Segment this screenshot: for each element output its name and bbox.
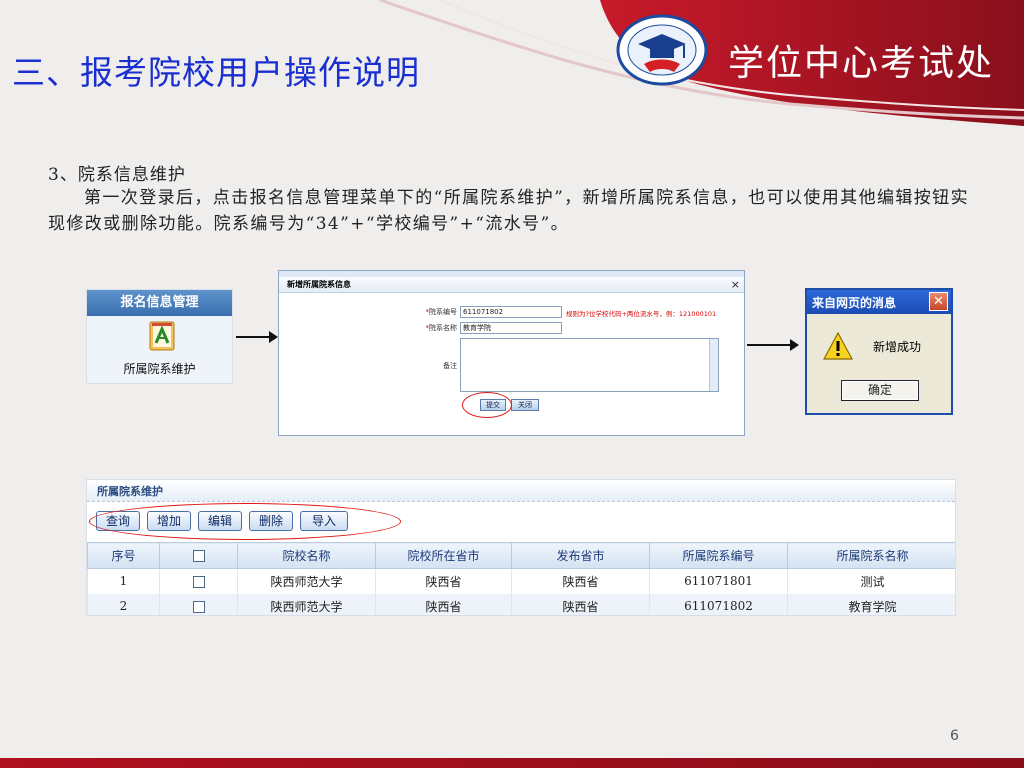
dept-code-hint: 规则为?位学校代码+两位流水号，例：121000101 (566, 310, 717, 318)
row-checkbox[interactable] (192, 600, 205, 613)
dept-name-label: *院系名称 (425, 324, 458, 332)
department-list-panel: 所属院系维护 查询 增加 编辑 删除 导入 序号 院校名称 院校所在省市 发布省… (86, 479, 956, 616)
document-edit-icon[interactable] (149, 321, 175, 351)
slide-title: 三、报考院校用户操作说明 (12, 53, 420, 92)
dialog-title: 新增所属院系信息 (287, 280, 351, 289)
dept-code-input[interactable]: 611071802 (460, 306, 562, 318)
cell-dept-name: 测试 (787, 568, 955, 594)
cell-index: 2 (87, 593, 160, 615)
remark-textarea[interactable] (460, 338, 719, 392)
cell-dept-code: 611071802 (649, 593, 788, 615)
cell-school-province: 陕西省 (375, 593, 512, 615)
cell-index: 1 (87, 568, 160, 594)
col-header-school[interactable]: 院校名称 (237, 542, 376, 569)
message-text: 新增成功 (873, 340, 922, 354)
list-title: 所属院系维护 (97, 485, 163, 498)
col-header-dept-name[interactable]: 所属院系名称 (787, 542, 955, 569)
table-row[interactable]: 1 陕西师范大学 陕西省 陕西省 611071801 测试 (87, 568, 955, 594)
message-title: 来自网页的消息 (812, 296, 897, 310)
cell-school: 陕西师范大学 (237, 593, 376, 615)
query-button[interactable]: 查询 (96, 511, 140, 531)
close-button[interactable]: 关闭 (511, 399, 539, 411)
dialog-body: *院系编号 611071802 规则为?位学校代码+两位流水号，例：121000… (279, 293, 744, 435)
instruction-paragraph: 第一次登录后，点击报名信息管理菜单下的“所属院系维护”，新增所属院系信息，也可以… (48, 188, 969, 234)
menu-item-dept-maintenance[interactable]: 所属院系维护 (87, 360, 232, 377)
arrow-to-message (747, 339, 799, 351)
cell-publish-province: 陕西省 (511, 568, 650, 594)
col-header-dept-code[interactable]: 所属院系编号 (649, 542, 788, 569)
delete-button[interactable]: 删除 (249, 511, 293, 531)
col-header-publish-province[interactable]: 发布省市 (511, 542, 650, 569)
row-checkbox[interactable] (192, 575, 205, 588)
org-name: 学位中心考试处 (728, 43, 995, 84)
add-department-dialog: 新增所属院系信息 × *院系编号 611071802 规则为?位学校代码+两位流… (278, 270, 745, 436)
page-number: 6 (950, 728, 959, 744)
message-box: 来自网页的消息 ✕ 新增成功 确定 (805, 288, 953, 415)
menu-body: 所属院系维护 (87, 316, 232, 383)
remark-label: 备注 (443, 362, 457, 370)
edit-button[interactable]: 编辑 (198, 511, 242, 531)
import-button[interactable]: 导入 (300, 511, 348, 531)
university-seal-logo (614, 12, 710, 88)
cell-select (159, 593, 238, 615)
cell-school-province: 陕西省 (375, 568, 512, 594)
col-header-select[interactable] (159, 542, 238, 569)
select-all-checkbox[interactable] (192, 550, 205, 562)
table-header-row: 序号 院校名称 院校所在省市 发布省市 所属院系编号 所属院系名称 (87, 542, 955, 569)
dept-code-label: *院系编号 (425, 308, 458, 316)
submit-button[interactable]: 提交 (480, 399, 506, 411)
list-title-bar: 所属院系维护 (87, 480, 955, 502)
warning-icon (823, 332, 853, 360)
col-header-index[interactable]: 序号 (87, 542, 160, 569)
menu-panel: 报名信息管理 所属院系维护 (86, 289, 233, 384)
cell-school: 陕西师范大学 (237, 568, 376, 594)
dept-name-input[interactable]: 教育学院 (460, 322, 562, 334)
cell-dept-name: 教育学院 (787, 593, 955, 615)
table-row[interactable]: 2 陕西师范大学 陕西省 陕西省 611071802 教育学院 (87, 593, 955, 615)
textarea-scrollbar[interactable] (709, 339, 718, 391)
section-heading: 3、院系信息维护 (48, 165, 186, 185)
bottom-bar (0, 758, 1024, 768)
department-table: 序号 院校名称 院校所在省市 发布省市 所属院系编号 所属院系名称 1 陕西师范… (87, 542, 955, 615)
message-close-icon[interactable]: ✕ (929, 292, 948, 311)
message-titlebar: 来自网页的消息 ✕ (807, 290, 951, 314)
menu-header[interactable]: 报名信息管理 (87, 290, 232, 316)
add-button[interactable]: 增加 (147, 511, 191, 531)
cell-select (159, 568, 238, 594)
cell-publish-province: 陕西省 (511, 593, 650, 615)
dialog-titlebar: 新增所属院系信息 × (279, 277, 744, 293)
col-header-school-province[interactable]: 院校所在省市 (375, 542, 512, 569)
dialog-close-icon[interactable]: × (731, 277, 740, 292)
cell-dept-code: 611071801 (649, 568, 788, 594)
arrow-to-dialog (236, 331, 278, 343)
list-toolbar: 查询 增加 编辑 删除 导入 (87, 502, 955, 542)
ok-button[interactable]: 确定 (841, 380, 919, 401)
